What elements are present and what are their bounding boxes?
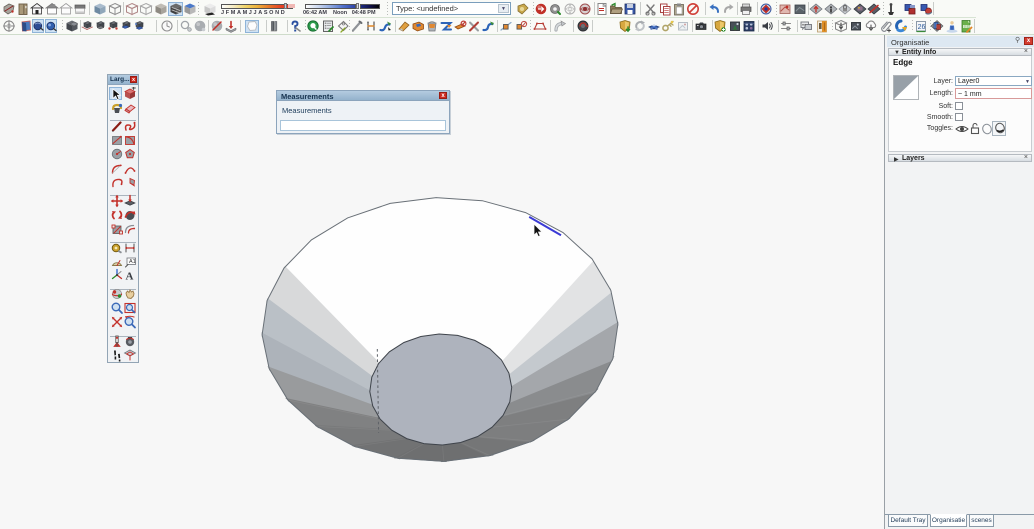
svg-text:A1: A1 [129, 259, 136, 265]
svg-text:26: 26 [918, 24, 926, 31]
svg-text:A: A [126, 271, 134, 283]
